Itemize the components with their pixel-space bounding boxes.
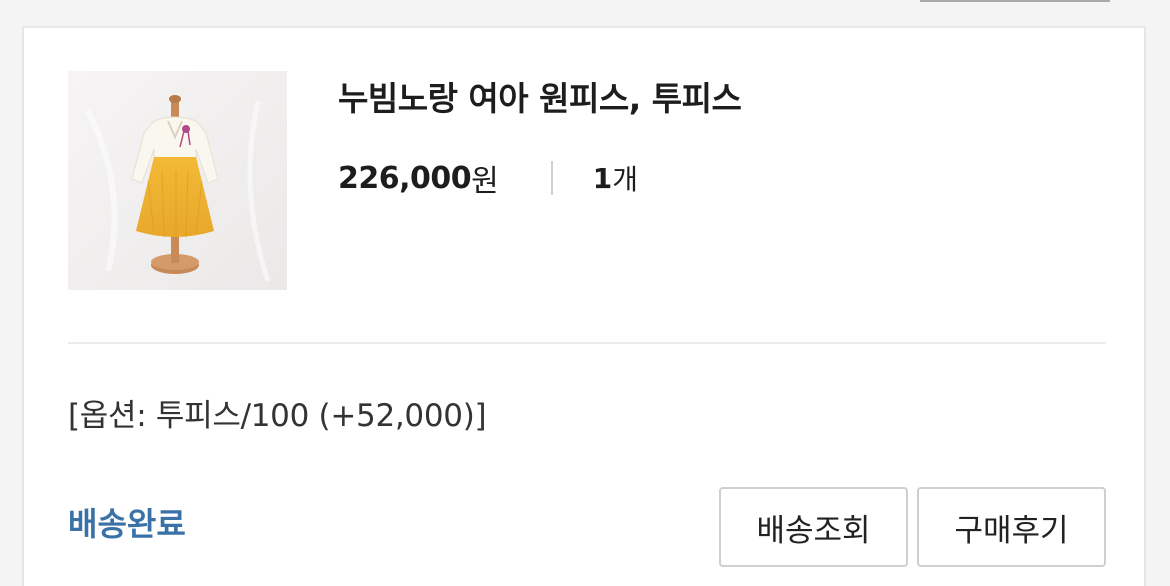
track-delivery-button[interactable]: 배송조회 bbox=[719, 487, 908, 567]
quantity-value: 1 bbox=[592, 161, 613, 195]
separator bbox=[550, 161, 553, 195]
tab-edge bbox=[920, 0, 1110, 2]
price-quantity-row: 226,000 원 1 개 bbox=[338, 158, 638, 200]
product-thumbnail[interactable] bbox=[68, 71, 287, 290]
write-review-button[interactable]: 구매후기 bbox=[917, 487, 1106, 567]
option-text: [옵션: 투피스/100 (+52,000)] bbox=[68, 398, 487, 434]
order-item-card: 누빔노랑 여아 원피스, 투피스 226,000 원 1 개 [옵션: 투피스/… bbox=[22, 26, 1146, 586]
top-strip bbox=[0, 0, 1170, 26]
price-value: 226,000 bbox=[338, 160, 472, 196]
quantity-unit: 개 bbox=[612, 163, 638, 196]
delivery-status: 배송완료 bbox=[68, 505, 186, 543]
price-unit: 원 bbox=[471, 164, 499, 199]
dress-image-icon bbox=[68, 71, 287, 290]
divider bbox=[68, 342, 1106, 344]
product-title[interactable]: 누빔노랑 여아 원피스, 투피스 bbox=[338, 72, 742, 120]
